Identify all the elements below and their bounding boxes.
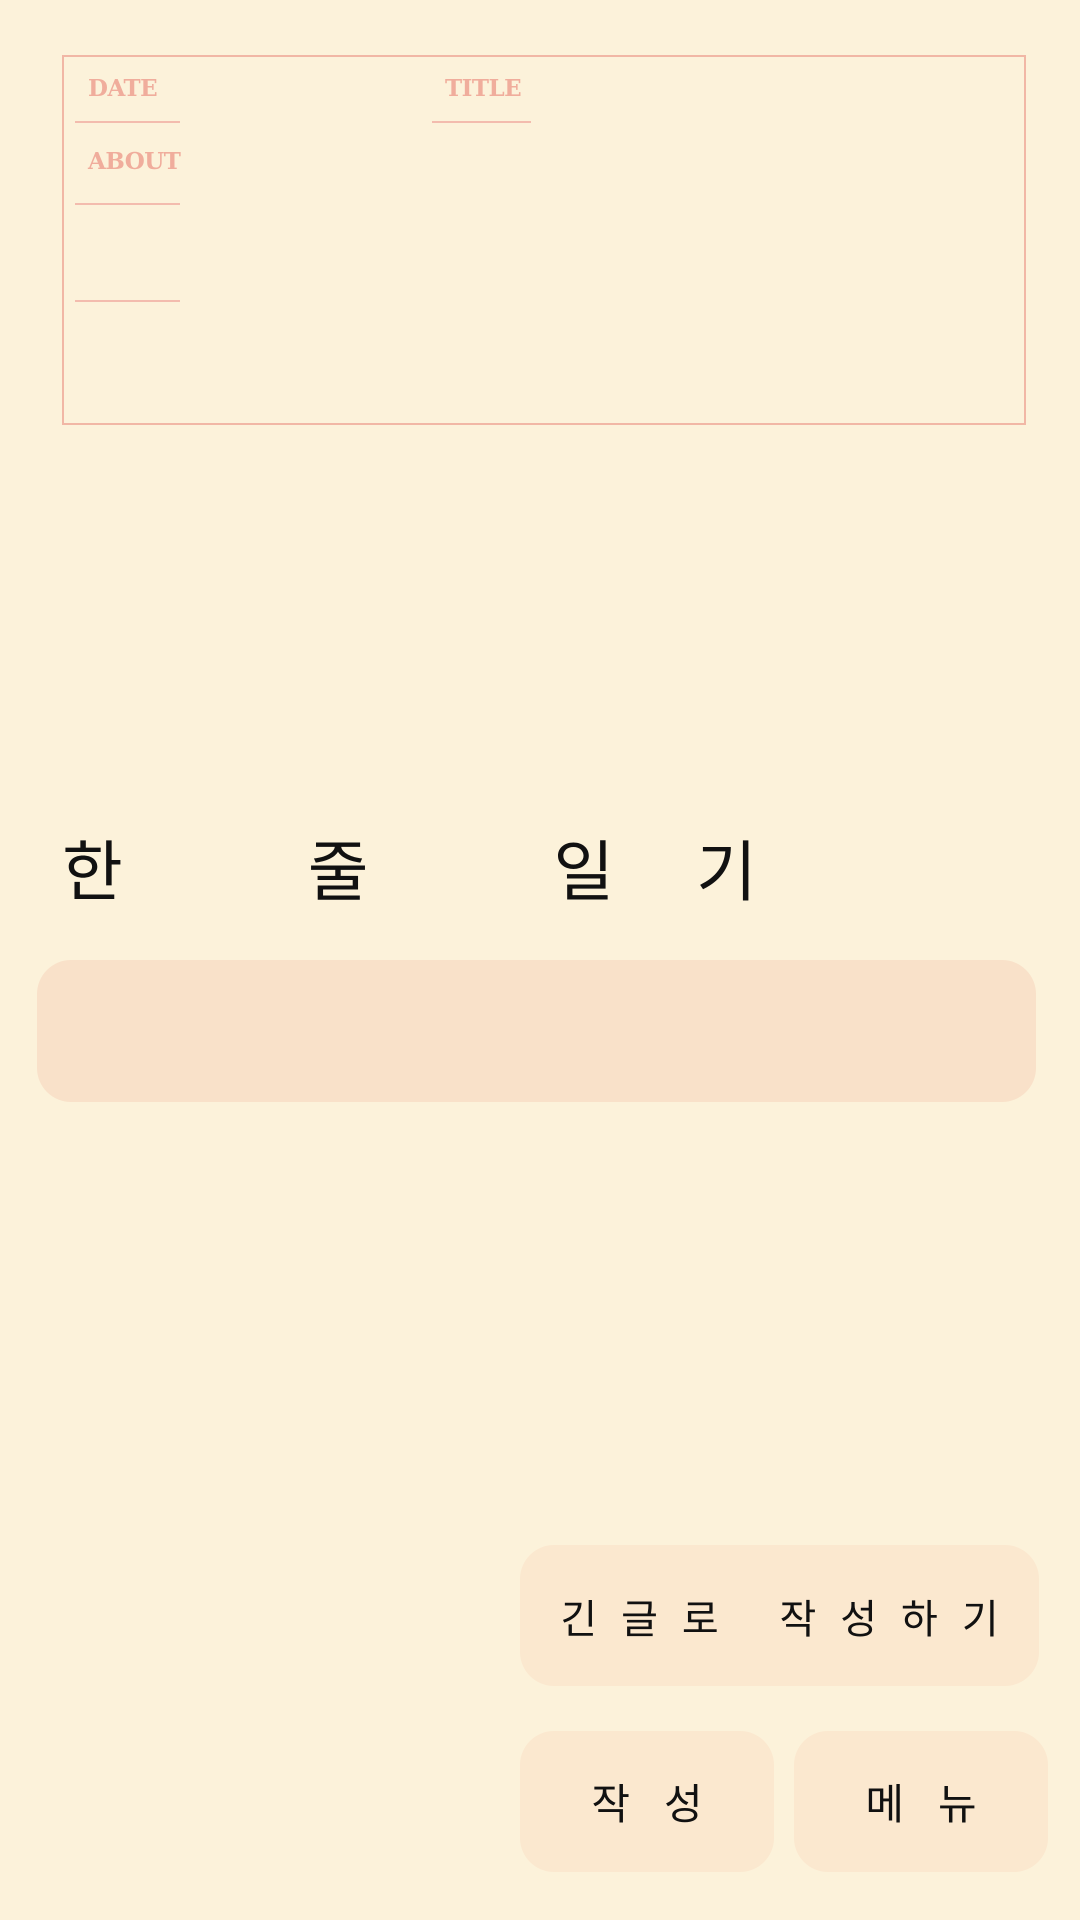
header-divider-line bbox=[75, 300, 180, 302]
diary-screen: DATE TITLE ABOUT 한 줄 일기 긴글로 작성하기 작성 메뉴 bbox=[0, 0, 1080, 1920]
write-long-entry-button[interactable]: 긴글로 작성하기 bbox=[520, 1545, 1039, 1686]
entry-header-card: DATE TITLE ABOUT bbox=[62, 55, 1026, 425]
title-label: TITLE bbox=[445, 75, 522, 102]
about-underline bbox=[75, 203, 180, 205]
write-button[interactable]: 작성 bbox=[520, 1731, 774, 1872]
about-label: ABOUT bbox=[88, 148, 181, 175]
title-underline bbox=[432, 121, 531, 123]
diary-title: 한 줄 일기 bbox=[62, 834, 839, 911]
one-line-entry-input[interactable] bbox=[37, 960, 1036, 1102]
date-label: DATE bbox=[88, 75, 158, 102]
menu-button[interactable]: 메뉴 bbox=[794, 1731, 1048, 1872]
date-underline bbox=[75, 121, 180, 123]
